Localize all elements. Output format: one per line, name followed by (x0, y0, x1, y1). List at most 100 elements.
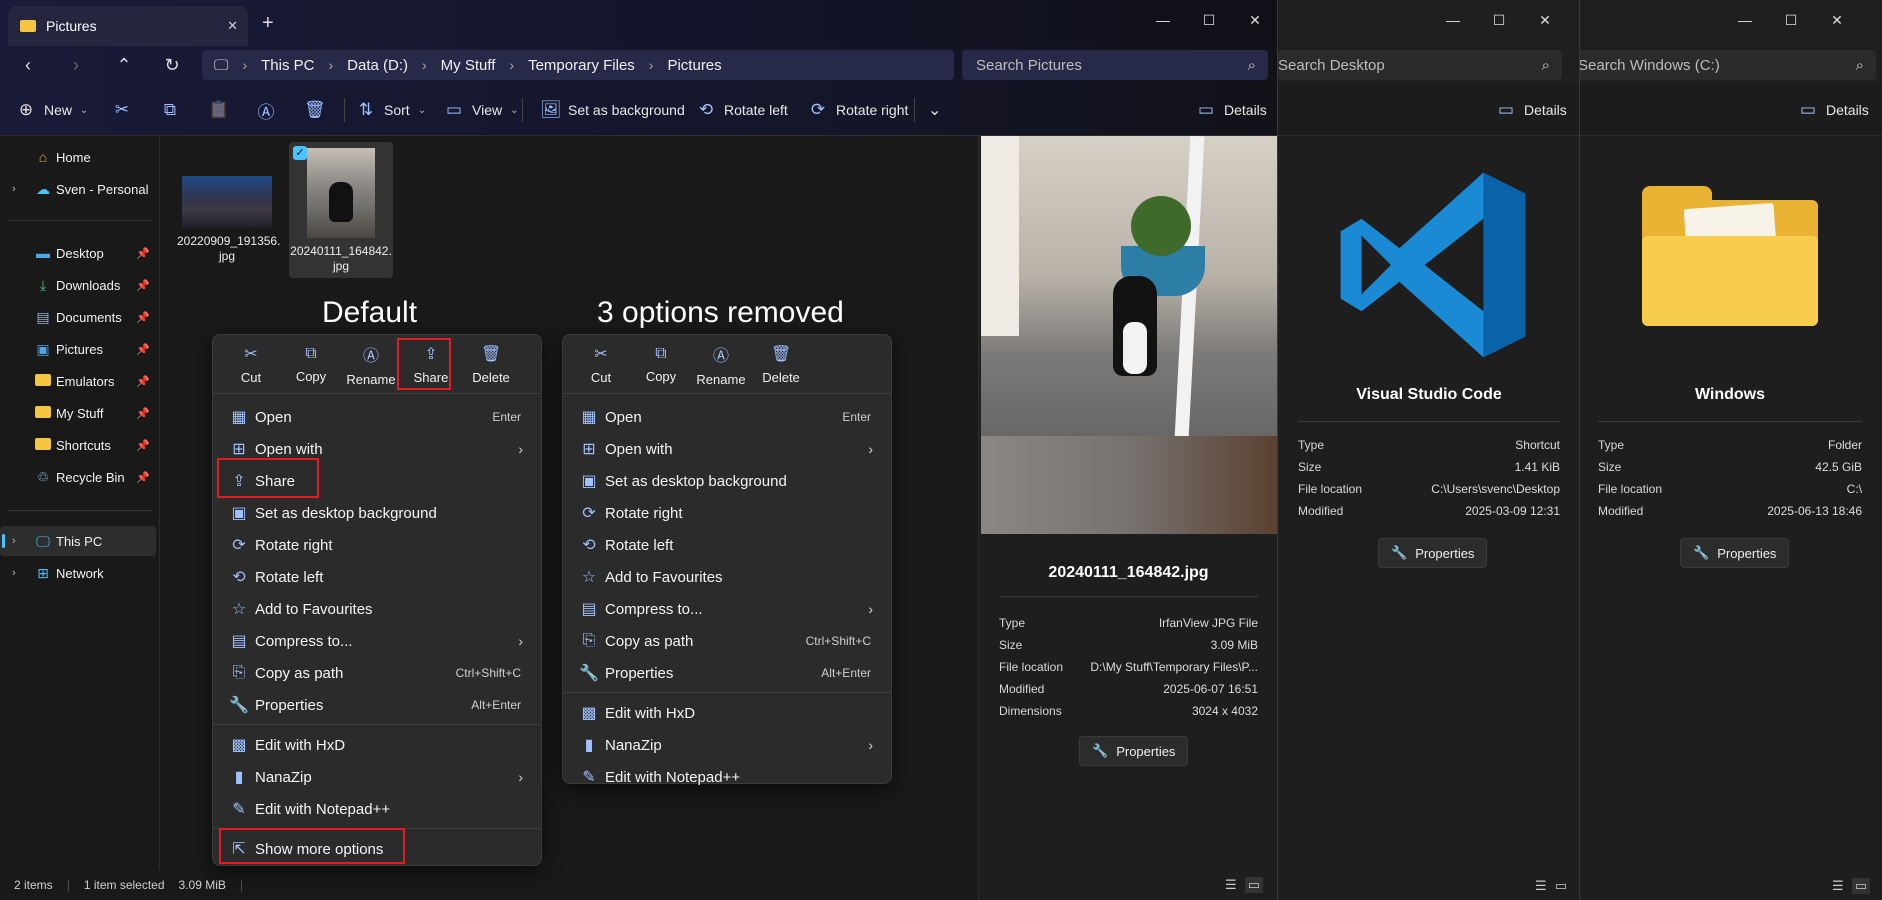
properties-button[interactable]: 🔧 Properties (1378, 538, 1488, 568)
rename-button[interactable]: Ⓐ (256, 84, 276, 136)
close-icon[interactable]: ✕ (1814, 6, 1860, 34)
refresh-icon[interactable]: ↻ (152, 46, 192, 84)
menu-item-add-to-favourites[interactable]: ☆ Add to Favourites (569, 561, 885, 593)
new-tab-icon[interactable]: + (262, 12, 274, 35)
copy-button[interactable]: ⧉ (160, 84, 180, 136)
list-view-icon[interactable]: ☰ (1535, 878, 1547, 894)
rotate-right-button[interactable]: ⟳ Rotate right (808, 84, 909, 136)
tab-close-icon[interactable]: ✕ (227, 18, 238, 34)
menu-item-copy-as-path[interactable]: ⎘ Copy as path Ctrl+Shift+C (219, 657, 535, 689)
sidebar-item-home[interactable]: ⌂ Home (0, 142, 156, 172)
menu-item-rotate-left[interactable]: ⟲ Rotate left (569, 529, 885, 561)
list-view-icon[interactable]: ☰ (1832, 878, 1844, 894)
menu-item-set-as-desktop-background[interactable]: ▣ Set as desktop background (569, 465, 885, 497)
maximize-icon[interactable]: ☐ (1186, 6, 1232, 34)
menu-item-nanazip[interactable]: ▮ NanaZip › (219, 761, 535, 793)
back-icon[interactable]: ‹ (8, 46, 48, 84)
breadcrumb-item[interactable]: Data (D:) (347, 57, 408, 74)
close-icon[interactable]: ✕ (1232, 6, 1277, 34)
sidebar-item-this-pc[interactable]: › 🖵 This PC (0, 526, 156, 556)
folder-icon (20, 20, 36, 32)
properties-button[interactable]: 🔧 Properties (1680, 538, 1790, 568)
sidebar-item-network[interactable]: › ⊞ Network (0, 558, 156, 588)
menu-item-open[interactable]: ▦ Open Enter (569, 401, 885, 433)
file-item-selected[interactable]: ✓ 20240111_164842. jpg (289, 142, 393, 278)
checkbox-checked-icon[interactable]: ✓ (293, 146, 307, 160)
menu-item-properties[interactable]: 🔧 Properties Alt+Enter (219, 689, 535, 721)
tiles-view-icon[interactable]: ▭ (1851, 878, 1870, 894)
menu-item-edit-with-hxd[interactable]: ▩ Edit with HxD (219, 729, 535, 761)
search-input[interactable]: Search Windows (C:) ⌕ (1578, 50, 1876, 80)
menu-item-rotate-right[interactable]: ⟳ Rotate right (219, 529, 535, 561)
maximize-icon[interactable]: ☐ (1476, 6, 1522, 34)
breadcrumb-item[interactable]: This PC (261, 57, 314, 74)
quick-delete-button[interactable]: 🗑 Delete (751, 335, 811, 393)
new-button[interactable]: ⊕ New ⌄ (16, 84, 89, 136)
quick-copy-button[interactable]: ⧉ Copy (281, 335, 341, 393)
breadcrumb-item[interactable]: Temporary Files (528, 57, 635, 74)
sidebar-item-emulators[interactable]: Emulators 📌 (0, 366, 156, 396)
sidebar-item-shortcuts[interactable]: Shortcuts 📌 (0, 430, 156, 460)
sidebar-item-sven-personal[interactable]: › ☁ Sven - Personal (0, 174, 156, 204)
sidebar-item-label: Pictures (56, 341, 103, 357)
menu-item-rotate-left[interactable]: ⟲ Rotate left (219, 561, 535, 593)
sidebar-item-desktop[interactable]: ▬ Desktop 📌 (0, 238, 156, 268)
delete-button[interactable]: 🗑 (304, 84, 326, 136)
quick-cut-button[interactable]: ✂ Cut (221, 335, 281, 393)
set-as-background-button[interactable]: 🖼 Set as background (540, 84, 685, 136)
details-button[interactable]: ▭ Details (1496, 84, 1567, 136)
quick-copy-button[interactable]: ⧉ Copy (631, 335, 691, 393)
menu-item-properties[interactable]: 🔧 Properties Alt+Enter (569, 657, 885, 689)
rotate-left-button[interactable]: ⟲ Rotate left (696, 84, 788, 136)
tab-pictures[interactable]: Pictures ✕ (8, 6, 248, 46)
menu-item-rotate-right[interactable]: ⟳ Rotate right (569, 497, 885, 529)
minimize-icon[interactable]: — (1722, 6, 1768, 34)
menu-item-compress-to[interactable]: ▤ Compress to... › (219, 625, 535, 657)
breadcrumb-item[interactable]: Pictures (667, 57, 721, 74)
see-more-chevron-icon[interactable]: ⌄ (928, 84, 941, 136)
menu-item-open-with[interactable]: ⊞ Open with › (569, 433, 885, 465)
sidebar-item-my-stuff[interactable]: My Stuff 📌 (0, 398, 156, 428)
forward-icon[interactable]: › (56, 46, 96, 84)
sidebar-item-downloads[interactable]: ⤓ Downloads 📌 (0, 270, 156, 300)
details-button[interactable]: ▭ Details (1196, 84, 1267, 136)
sidebar-item-pictures[interactable]: ▣ Pictures 📌 (0, 334, 156, 364)
list-view-icon[interactable]: ☰ (1225, 877, 1237, 893)
quick-delete-button[interactable]: 🗑 Delete (461, 335, 521, 393)
close-icon[interactable]: ✕ (1522, 6, 1568, 34)
tiles-view-icon[interactable]: ▭ (1555, 878, 1567, 894)
up-icon[interactable]: ⌃ (104, 46, 144, 84)
quick-rename-button[interactable]: Ⓐ Rename (691, 335, 751, 393)
minimize-icon[interactable]: — (1430, 6, 1476, 34)
sidebar-item-documents[interactable]: ▤ Documents 📌 (0, 302, 156, 332)
maximize-icon[interactable]: ☐ (1768, 6, 1814, 34)
breadcrumb-item[interactable]: My Stuff (441, 57, 496, 74)
cut-button[interactable]: ✂ (112, 84, 132, 136)
search-input[interactable]: Search Desktop ⌕ (1278, 50, 1562, 80)
breadcrumb[interactable]: 🖵 › This PC › Data (D:) › My Stuff › Tem… (202, 50, 954, 80)
paste-button[interactable]: 📋 (208, 84, 229, 136)
view-button[interactable]: ▭ View ⌄ (444, 84, 519, 136)
menu-item-edit-with-notepad[interactable]: ✎ Edit with Notepad++ (569, 761, 885, 793)
sort-button[interactable]: ⇅ Sort ⌄ (356, 84, 426, 136)
menu-item-open[interactable]: ▦ Open Enter (219, 401, 535, 433)
menu-item-nanazip[interactable]: ▮ NanaZip › (569, 729, 885, 761)
properties-button[interactable]: 🔧 Properties (1079, 736, 1189, 766)
menu-item-add-to-favourites[interactable]: ☆ Add to Favourites (219, 593, 535, 625)
chevron-right-icon[interactable]: › (12, 183, 16, 195)
quick-rename-button[interactable]: Ⓐ Rename (341, 335, 401, 393)
search-input[interactable]: Search Pictures ⌕ (962, 50, 1268, 80)
sidebar-item-recycle-bin[interactable]: ♲ Recycle Bin 📌 (0, 462, 156, 492)
chevron-right-icon[interactable]: › (12, 567, 16, 579)
menu-item-compress-to[interactable]: ▤ Compress to... › (569, 593, 885, 625)
file-item[interactable]: 20220909_191356. jpg (177, 176, 280, 264)
tiles-view-icon[interactable]: ▭ (1244, 877, 1263, 893)
menu-item-edit-with-hxd[interactable]: ▩ Edit with HxD (569, 697, 885, 729)
details-button[interactable]: ▭ Details (1798, 84, 1869, 136)
minimize-icon[interactable]: — (1140, 6, 1186, 34)
menu-item-copy-as-path[interactable]: ⎘ Copy as path Ctrl+Shift+C (569, 625, 885, 657)
quick-cut-button[interactable]: ✂ Cut (571, 335, 631, 393)
chevron-right-icon[interactable]: › (12, 535, 16, 547)
menu-item-set-as-desktop-background[interactable]: ▣ Set as desktop background (219, 497, 535, 529)
menu-item-edit-with-notepad[interactable]: ✎ Edit with Notepad++ (219, 793, 535, 825)
